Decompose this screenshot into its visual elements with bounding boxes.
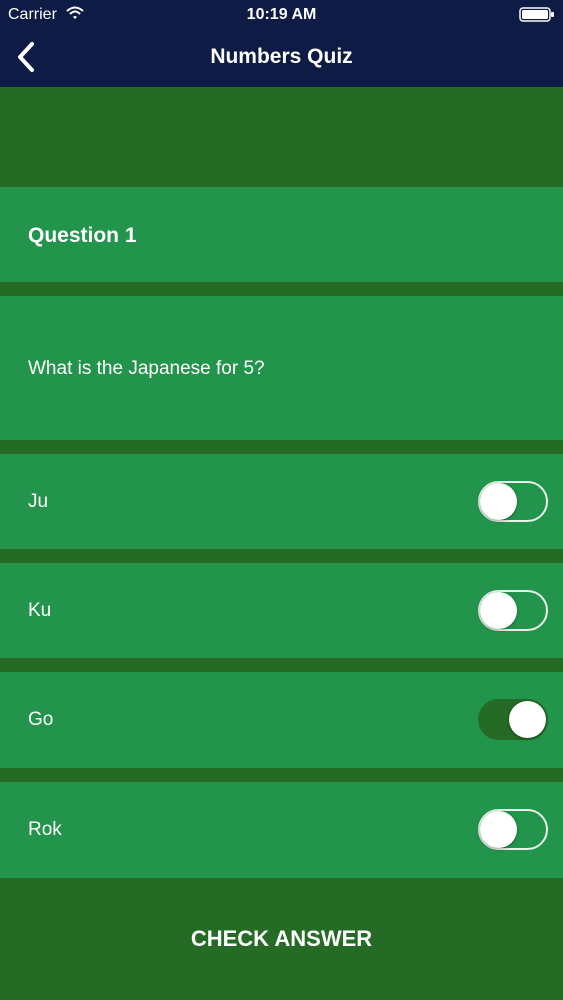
- toggle-knob: [480, 592, 517, 629]
- question-text: What is the Japanese for 5?: [28, 358, 265, 379]
- answer-row: Go: [0, 672, 563, 768]
- question-label: Question 1: [28, 224, 137, 247]
- toggle-knob: [480, 811, 517, 848]
- answer-toggle[interactable]: [478, 699, 548, 740]
- battery-icon: [519, 7, 554, 22]
- toggle-knob: [480, 483, 517, 520]
- back-button[interactable]: [10, 40, 44, 76]
- answer-toggle[interactable]: [478, 809, 548, 850]
- answer-row: Ku: [0, 563, 563, 658]
- answer-label: Ku: [28, 600, 52, 621]
- answer-toggle[interactable]: [478, 481, 548, 522]
- answer-label: Go: [28, 709, 54, 730]
- toggle-knob: [509, 701, 546, 738]
- status-bar: Carrier 10:19 AM: [0, 0, 563, 30]
- check-answer-button[interactable]: CHECK ANSWER: [0, 878, 563, 1000]
- page-title: Numbers Quiz: [210, 45, 353, 68]
- question-header: Question 1: [0, 187, 563, 282]
- answer-row: Rok: [0, 782, 563, 878]
- answer-toggle[interactable]: [478, 590, 548, 631]
- status-time: 10:19 AM: [246, 6, 317, 23]
- question-card: What is the Japanese for 5?: [0, 296, 563, 440]
- answer-label: Rok: [28, 819, 62, 840]
- top-bar: Carrier 10:19 AM Numbers Quiz: [0, 0, 563, 87]
- answer-label: Ju: [28, 491, 49, 512]
- answer-row: Ju: [0, 454, 563, 549]
- navigation-bar: Numbers Quiz: [0, 30, 563, 87]
- chevron-left-icon: [18, 42, 34, 72]
